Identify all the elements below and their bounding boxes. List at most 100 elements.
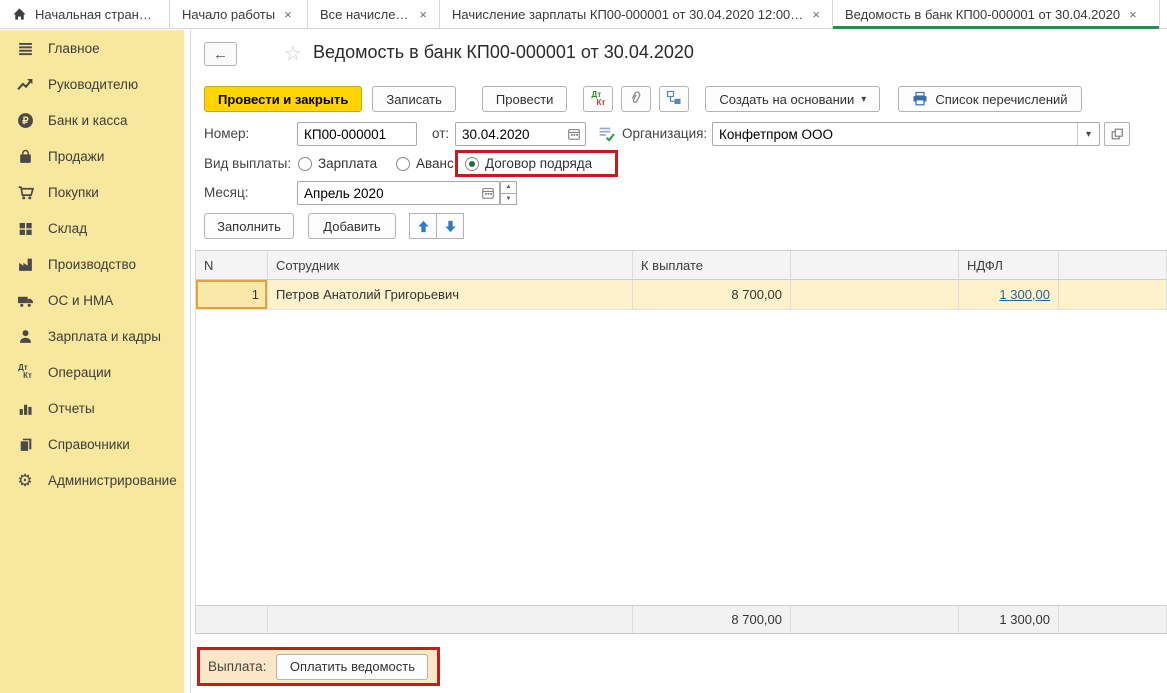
radio-selected-icon: [465, 157, 479, 171]
sidebar-item-label: Отчеты: [48, 401, 95, 416]
shopping-bag-icon: [13, 148, 37, 165]
sidebar-item-label: Руководителю: [48, 77, 138, 92]
sidebar-item-warehouse[interactable]: Склад: [0, 210, 184, 246]
chevron-down-icon: ▾: [861, 94, 866, 105]
amount-cell[interactable]: 8 700,00: [633, 280, 791, 309]
favorite-star-icon[interactable]: ☆: [284, 41, 302, 66]
sidebar-item-label: Справочники: [48, 437, 130, 452]
calendar-icon[interactable]: [477, 182, 499, 204]
back-button[interactable]: ←: [204, 42, 237, 66]
structure-icon: [666, 90, 682, 109]
books-icon: [13, 436, 37, 453]
sidebar-item-reports[interactable]: Отчеты: [0, 390, 184, 426]
radio-advance[interactable]: Аванс: [396, 156, 454, 171]
bar-chart-icon: [13, 400, 37, 417]
button-label: Заполнить: [217, 219, 281, 234]
page-title: Ведомость в банк КП00-000001 от 30.04.20…: [313, 42, 694, 63]
totals-amount-cell: 8 700,00: [633, 606, 791, 633]
svg-text:₽: ₽: [22, 116, 29, 127]
chevron-down-icon[interactable]: ▾: [1077, 123, 1099, 145]
sidebar-item-bank-cash[interactable]: ₽ Банк и касса: [0, 102, 184, 138]
debit-credit-movements-button[interactable]: ДтКт: [583, 86, 613, 112]
close-icon[interactable]: ×: [419, 7, 427, 22]
tab-all-accruals[interactable]: Все начисления ×: [308, 0, 440, 29]
sidebar-item-salary-hr[interactable]: Зарплата и кадры: [0, 318, 184, 354]
radio-contract-selected[interactable]: Договор подряда: [465, 156, 592, 171]
blank-cell: [1059, 280, 1167, 309]
attachments-button[interactable]: [621, 86, 651, 112]
sidebar-item-directories[interactable]: Справочники: [0, 426, 184, 462]
sidebar-item-label: Банк и касса: [48, 113, 128, 128]
close-icon[interactable]: ×: [812, 7, 820, 22]
open-organization-button[interactable]: [1104, 122, 1130, 146]
calendar-icon[interactable]: [563, 123, 585, 145]
column-header-blank: [791, 251, 959, 279]
transfer-list-button[interactable]: Список перечислений: [898, 86, 1081, 112]
sidebar-item-production[interactable]: Производство: [0, 246, 184, 282]
related-documents-button[interactable]: [659, 86, 689, 112]
blank-cell: [791, 280, 959, 309]
sidebar-item-operations[interactable]: ДтКт Операции: [0, 354, 184, 390]
totals-blank-cell: [791, 606, 959, 633]
tab-getting-started[interactable]: Начало работы ×: [170, 0, 308, 29]
pay-statement-button[interactable]: Оплатить ведомость: [276, 654, 428, 680]
organization-input[interactable]: [713, 123, 1077, 145]
move-row-down-button[interactable]: [436, 213, 464, 239]
button-label: Провести и закрыть: [218, 92, 348, 107]
sidebar-item-label: Главное: [48, 41, 100, 56]
add-button[interactable]: Добавить: [308, 213, 396, 239]
sidebar-item-manager[interactable]: Руководителю: [0, 66, 184, 102]
save-button[interactable]: Записать: [372, 86, 456, 112]
stepper-down-button[interactable]: ▼: [500, 194, 517, 206]
month-label: Месяц:: [204, 185, 248, 200]
person-icon: [13, 328, 37, 345]
post-and-close-button[interactable]: Провести и закрыть: [204, 86, 362, 112]
sidebar: Главное Руководителю ₽ Банк и касса Прод…: [0, 30, 184, 693]
sidebar-divider: [190, 30, 191, 693]
radio-salary[interactable]: Зарплата: [298, 156, 377, 171]
ndfl-link[interactable]: 1 300,00: [999, 287, 1050, 302]
payout-label: Выплата:: [208, 659, 266, 674]
organization-label: Организация:: [622, 126, 707, 141]
shopping-cart-icon: [13, 184, 37, 201]
post-button[interactable]: Провести: [482, 86, 568, 112]
annotation-box-payout: Выплата: Оплатить ведомость: [197, 647, 440, 686]
sidebar-item-purchases[interactable]: Покупки: [0, 174, 184, 210]
date-from-label: от:: [432, 126, 449, 141]
date-field-wrap: [455, 122, 586, 146]
tab-label: Начисление зарплаты КП00-000001 от 30.04…: [452, 7, 803, 22]
sidebar-item-fixed-assets[interactable]: ОС и НМА: [0, 282, 184, 318]
table-empty-area: [195, 310, 1167, 605]
radio-circle-icon: [298, 157, 312, 171]
month-input[interactable]: [298, 182, 477, 204]
move-row-up-button[interactable]: [409, 213, 437, 239]
active-tab-underline: [833, 26, 1159, 29]
close-icon[interactable]: ×: [1129, 7, 1137, 22]
tab-label: Начальная страница: [35, 7, 157, 22]
radio-label: Зарплата: [318, 156, 377, 171]
organization-field-wrap: ▾: [712, 122, 1100, 146]
ruble-circle-icon: ₽: [13, 112, 37, 129]
tab-label: Начало работы: [182, 7, 275, 22]
radio-label: Аванс: [416, 156, 454, 171]
sidebar-item-administration[interactable]: ⚙ Администрирование: [0, 462, 184, 498]
row-number-cell[interactable]: 1: [196, 280, 268, 309]
fill-button[interactable]: Заполнить: [204, 213, 294, 239]
tab-payroll-accrual[interactable]: Начисление зарплаты КП00-000001 от 30.04…: [440, 0, 833, 29]
sidebar-item-label: Продажи: [48, 149, 104, 164]
stepper-up-button[interactable]: ▲: [500, 181, 517, 194]
tab-bank-statement-active[interactable]: Ведомость в банк КП00-000001 от 30.04.20…: [833, 0, 1160, 29]
sidebar-item-main[interactable]: Главное: [0, 30, 184, 66]
radio-label: Договор подряда: [485, 156, 592, 171]
employee-cell[interactable]: Петров Анатолий Григорьевич: [268, 280, 633, 309]
create-based-on-button[interactable]: Создать на основании ▾: [705, 86, 880, 112]
date-input[interactable]: [456, 123, 563, 145]
close-icon[interactable]: ×: [284, 7, 292, 22]
menu-icon: [13, 40, 37, 57]
sidebar-item-sales[interactable]: Продажи: [0, 138, 184, 174]
number-input[interactable]: [298, 123, 416, 145]
tab-home[interactable]: Начальная страница: [0, 0, 170, 29]
column-header-employee: Сотрудник: [268, 251, 633, 279]
button-label: Провести: [496, 92, 554, 107]
sidebar-item-label: Покупки: [48, 185, 99, 200]
